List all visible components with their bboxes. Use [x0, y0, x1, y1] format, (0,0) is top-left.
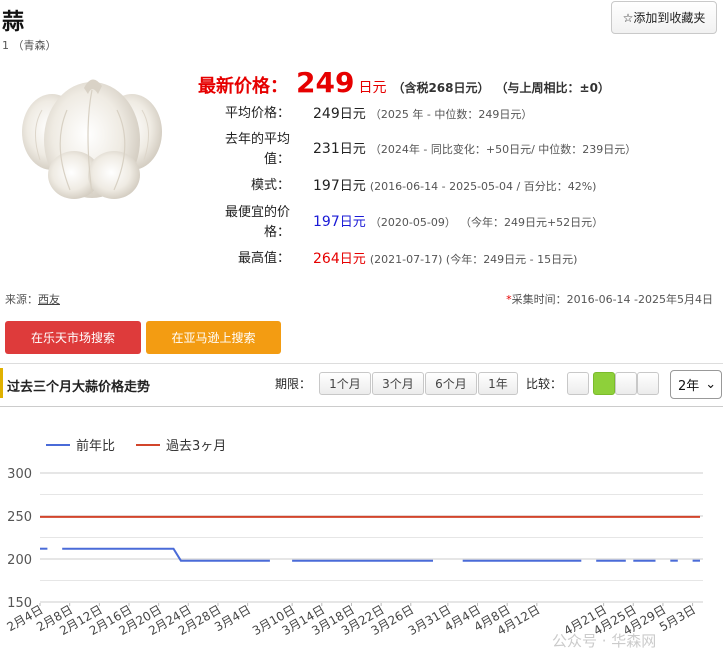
cheapest-date: （2020-05-09） [369, 216, 456, 229]
y-tick-label: 200 [7, 553, 32, 568]
y-tick-label: 150 [7, 596, 32, 611]
chart-series [40, 515, 700, 562]
compare-toggle-1[interactable] [567, 372, 589, 395]
average-price-unit: 日元 [339, 107, 366, 122]
last-year-value: 231 [313, 141, 340, 157]
range-select-value: 2年 [678, 379, 700, 394]
highest-unit: 日元 [339, 252, 366, 267]
highest-label: 最高值： [237, 251, 290, 266]
cheapest-diff: +52日元 [546, 216, 593, 229]
cheapest-unit: 日元 [339, 215, 366, 230]
y-tick-label: 300 [7, 467, 32, 482]
range-select[interactable]: 2年 ⌄ [670, 370, 722, 399]
compare-toggle-3[interactable] [615, 372, 637, 395]
source-link[interactable]: 西友 [38, 293, 60, 306]
cheapest-value: 197 [313, 214, 340, 230]
latest-price-value: 249 [296, 66, 355, 99]
last-year-unit: 日元 [339, 142, 366, 157]
latest-price-unit: 日元 [358, 80, 387, 96]
latest-price-label: 最新价格： [198, 76, 288, 97]
garlic-image [22, 79, 162, 199]
compare-label: 比较： [526, 377, 563, 391]
period-1-year-button[interactable]: 1年 [478, 372, 518, 395]
last-year-change: +50日元 [485, 143, 532, 156]
collection-text: 采集时间：2016-06-14 -2025年5月4日 [511, 293, 713, 306]
period-label: 期限： [275, 377, 312, 391]
source-label: 来源： [5, 293, 38, 306]
week-compare: （与上周相比：±0） [495, 81, 610, 95]
latest-price-tax: （含税268日元） [392, 81, 490, 95]
period-1-month-button[interactable]: 1个月 [319, 372, 371, 395]
cheapest-this-year: （今年：249日元 [459, 216, 547, 229]
chart-legend: 前年比 過去3ヶ月 [46, 438, 226, 454]
legend-label: 前年比 [76, 438, 115, 454]
add-to-favorites-button[interactable]: ☆添加到收藏夹 [611, 1, 717, 34]
cheapest-label-1: 最便宜的价 [224, 205, 290, 220]
trend-accent-bar [0, 368, 3, 398]
highest-note-c: ) [573, 253, 578, 266]
product-subtitle: 1 （青森） [2, 39, 57, 52]
cheapest-close: ） [592, 216, 604, 229]
compare-toggle-4[interactable] [637, 372, 659, 395]
highest-note-a: (2021-07-17) (今年：249日元 - [369, 253, 538, 266]
latest-price: 最新价格： 249 日元 （含税268日元） （与上周相比：±0） [198, 66, 610, 99]
watermark: 公众号 · 华森网 [552, 632, 657, 650]
period-6-month-button[interactable]: 6个月 [425, 372, 477, 395]
last-year-note-a: （2024年 - 同比变化： [369, 143, 486, 156]
chart-grid [40, 472, 703, 603]
chart-y-ticks: 150 200 250 300 [7, 467, 32, 611]
last-year-note-c: / 中位数：239日元） [531, 143, 637, 156]
mode-value: 197 [313, 178, 340, 194]
average-price-note: （2025 年 - 中位数：249日元） [369, 108, 533, 121]
last-year-label-1: 去年的平均 [224, 132, 290, 147]
search-amazon-button[interactable]: 在亚马逊上搜索 [146, 321, 281, 354]
highest-value: 264 [313, 251, 340, 267]
source: 来源：西友 [5, 291, 60, 307]
trend-title: 过去三个月大蒜价格走势 [7, 380, 151, 395]
last-year-label-2: 值： [263, 152, 290, 167]
y-tick-label: 250 [7, 510, 32, 525]
collection-period: *采集时间：2016-06-14 -2025年5月4日 [506, 291, 713, 307]
highest-diff: 15日元 [537, 253, 574, 266]
period-3-month-button[interactable]: 3个月 [372, 372, 424, 395]
compare-toggle-2[interactable] [593, 372, 615, 395]
mode-unit: 日元 [339, 179, 366, 194]
page-title: 蒜 [2, 10, 25, 35]
mode-note: (2016-06-14 - 2025-05-04 / 百分比：42%) [369, 180, 597, 193]
legend-label: 過去3ヶ月 [166, 439, 226, 454]
cheapest-label-2: 格： [263, 225, 290, 240]
search-rakuten-button[interactable]: 在乐天市场搜索 [5, 321, 141, 354]
average-price-label: 平均价格： [224, 106, 290, 121]
chevron-down-icon: ⌄ [705, 377, 717, 392]
mode-label: 模式： [250, 178, 290, 193]
average-price-value: 249 [313, 106, 340, 122]
